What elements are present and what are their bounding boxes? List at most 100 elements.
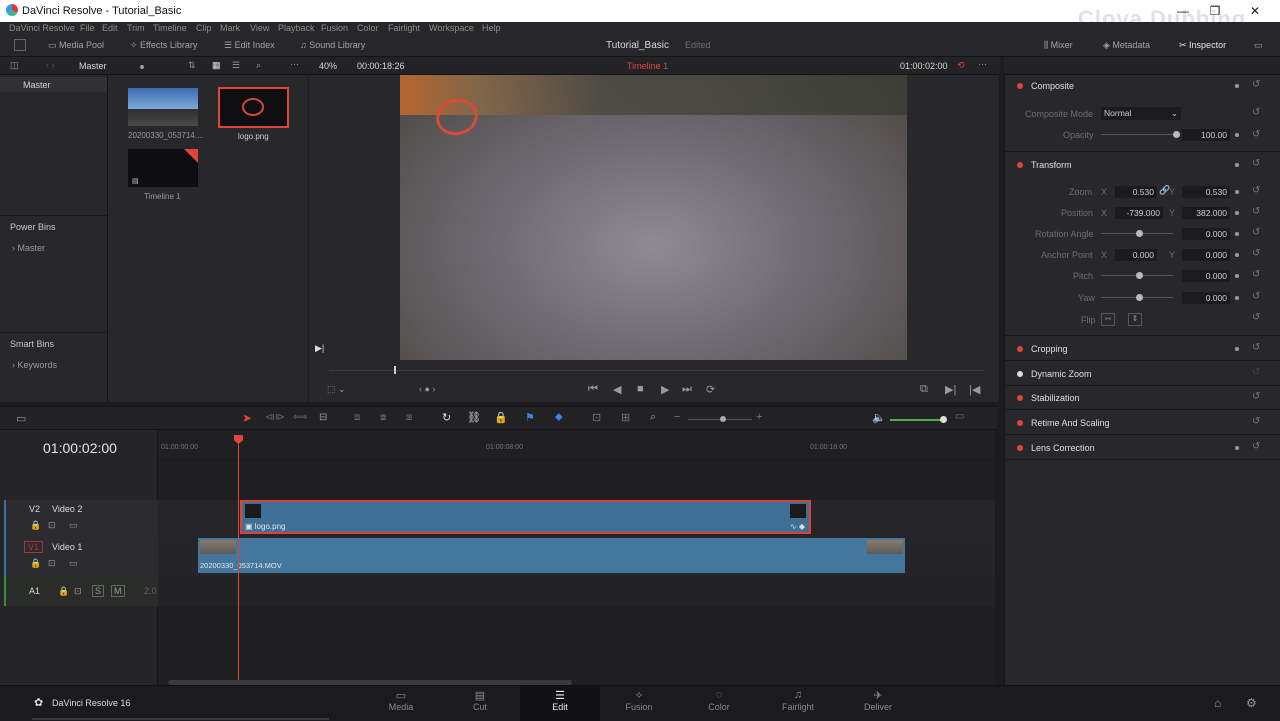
pitch-slider-handle[interactable] [1136, 272, 1143, 279]
play-icon[interactable]: ▶ [661, 383, 669, 396]
flag-icon[interactable]: ⚑ [525, 411, 535, 424]
retime-enable-dot[interactable] [1017, 420, 1023, 426]
zoom-x-field[interactable]: 0.530 [1115, 186, 1157, 198]
menu-fusion[interactable]: Fusion [321, 23, 348, 33]
home-icon[interactable]: ⌂ [1214, 696, 1221, 710]
auto-track-icon[interactable]: ⊡ [48, 520, 56, 531]
auto-track-icon[interactable]: ⊡ [48, 558, 56, 569]
solo-button[interactable]: S [92, 585, 105, 597]
close-button[interactable]: ✕ [1240, 2, 1270, 20]
yaw-slider-handle[interactable] [1136, 294, 1143, 301]
snapping-icon[interactable]: ↻ [442, 411, 451, 424]
menu-playback[interactable]: Playback [278, 23, 315, 33]
composite-title[interactable]: Composite [1031, 81, 1074, 91]
timeline-ruler[interactable]: 01:00:00:00 01:00:08:00 01:00:16:00 [158, 430, 995, 460]
dynamic-trim-icon[interactable]: ⟺ [293, 412, 307, 423]
composite-mode-reset-icon[interactable]: ↺ [1252, 107, 1260, 118]
menu-edit[interactable]: Edit [102, 23, 118, 33]
edit-index-button[interactable]: ☰ Edit Index [224, 40, 275, 51]
lens-correction-reset-icon[interactable]: ↺ [1252, 441, 1260, 452]
page-tab-edit[interactable]: ☰ Edit [530, 689, 590, 712]
anchor-reset-icon[interactable]: ↺ [1252, 248, 1260, 259]
page-tab-fusion[interactable]: ✧ Fusion [609, 689, 669, 712]
media-thumb-video[interactable] [128, 88, 198, 126]
stabilization-enable-dot[interactable] [1017, 395, 1023, 401]
sidebar-toggle-icon[interactable]: ◫ [10, 60, 19, 71]
volume-slider[interactable] [890, 419, 945, 421]
menu-view[interactable]: View [250, 23, 269, 33]
stabilization-reset-icon[interactable]: ↺ [1252, 391, 1260, 402]
fullscreen-icon[interactable]: ▭ [1254, 40, 1263, 51]
track-lock-icon[interactable]: 🔒 [30, 520, 41, 531]
timeline-clip-video[interactable]: 20200330_053714.MOV [198, 538, 905, 573]
layout-toggle-icon[interactable] [14, 39, 26, 51]
minimize-button[interactable]: — [1168, 2, 1198, 20]
retime-title[interactable]: Retime And Scaling [1031, 418, 1110, 428]
safe-area-icon[interactable]: ⬚ ⌄ [327, 384, 346, 395]
stabilization-title[interactable]: Stabilization [1031, 393, 1080, 403]
rotation-slider-handle[interactable] [1136, 230, 1143, 237]
audio-meter-icon[interactable]: ▭ [955, 411, 964, 422]
linked-selection-icon[interactable]: ⛓ [467, 411, 481, 424]
transform-reset-icon[interactable]: ↺ [1252, 158, 1260, 169]
loop-playback-icon[interactable]: ⟳ [706, 383, 715, 396]
track-lane-a1[interactable] [158, 576, 995, 606]
mixer-button[interactable]: ⫼ Mixer [1044, 40, 1073, 51]
page-tab-media[interactable]: ▭ Media [371, 689, 431, 712]
track-id-v1[interactable]: V1 [24, 541, 44, 553]
composite-mode-dropdown[interactable]: Normal ⌄ [1101, 107, 1181, 120]
viewer-zoom[interactable]: 40% [319, 61, 337, 71]
zoom-in-icon[interactable]: + [756, 411, 762, 423]
auto-track-icon[interactable]: ⊡ [74, 586, 82, 597]
metadata-button[interactable]: ◈ Metadata [1103, 40, 1150, 51]
menu-davinci[interactable]: DaVinci Resolve [9, 23, 75, 33]
pitch-field[interactable]: 0.000 [1182, 270, 1230, 282]
menu-workspace[interactable]: Workspace [429, 23, 474, 33]
lens-correction-title[interactable]: Lens Correction [1031, 443, 1095, 453]
cropping-reset-icon[interactable]: ↺ [1252, 342, 1260, 353]
zoom-reset-icon[interactable]: ↺ [1252, 185, 1260, 196]
page-tab-color[interactable]: ◌ Color [689, 689, 749, 712]
page-tab-deliver[interactable]: ✈ Deliver [848, 689, 908, 712]
menu-timeline[interactable]: Timeline [153, 23, 187, 33]
play-reverse-icon[interactable]: ◀ [613, 383, 621, 396]
transform-enable-dot[interactable] [1017, 162, 1023, 168]
marker-icon[interactable]: ⬥ [555, 411, 563, 424]
anchor-x-field[interactable]: 0.000 [1115, 249, 1157, 261]
lens-correction-keyframe-dot[interactable] [1235, 446, 1239, 450]
retime-reset-icon[interactable]: ↺ [1252, 416, 1260, 427]
yaw-keyframe-dot[interactable] [1235, 296, 1239, 300]
anchor-keyframe-dot[interactable] [1235, 253, 1239, 257]
dynamic-zoom-reset-icon[interactable]: ↺ [1252, 367, 1260, 378]
pitch-keyframe-dot[interactable] [1235, 274, 1239, 278]
rotation-keyframe-dot[interactable] [1235, 232, 1239, 236]
opacity-field[interactable]: 100.00 [1182, 129, 1230, 141]
viewer-frame[interactable] [400, 75, 907, 360]
scrubber-track[interactable] [329, 370, 984, 371]
composite-keyframe-dot[interactable] [1235, 84, 1239, 88]
dynamic-zoom-enable-dot[interactable] [1017, 371, 1023, 377]
loop-icon[interactable]: ⟲ [957, 60, 965, 71]
media-pool-button[interactable]: ▭ Media Pool [48, 40, 104, 51]
rotation-reset-icon[interactable]: ↺ [1252, 227, 1260, 238]
position-keyframe-dot[interactable] [1235, 211, 1239, 215]
volume-handle[interactable] [940, 416, 947, 423]
stop-icon[interactable]: ■ [637, 383, 644, 395]
more-options-icon[interactable]: ··· [290, 59, 299, 69]
go-to-end-icon[interactable]: ⏭ [682, 383, 692, 396]
viewer-arrow-icon[interactable]: ▶| [315, 343, 324, 354]
list-view-icon[interactable]: ☰ [232, 60, 240, 71]
menu-clip[interactable]: Clip [196, 23, 212, 33]
menu-file[interactable]: File [80, 23, 95, 33]
track-name-v2[interactable]: Video 2 [52, 504, 82, 514]
transform-title[interactable]: Transform [1031, 160, 1072, 170]
insert-clip-icon[interactable]: ⧈ [354, 412, 360, 423]
cropping-enable-dot[interactable] [1017, 346, 1023, 352]
page-tab-fairlight[interactable]: ♫ Fairlight [768, 689, 828, 712]
opacity-reset-icon[interactable]: ↺ [1252, 129, 1260, 140]
dynamic-zoom-title[interactable]: Dynamic Zoom [1031, 369, 1092, 379]
smart-bin-keywords[interactable]: › Keywords [12, 360, 57, 370]
position-y-field[interactable]: 382.000 [1182, 207, 1230, 219]
overwrite-clip-icon[interactable]: ⧇ [380, 412, 386, 423]
track-visibility-icon[interactable]: ▭ [69, 520, 78, 531]
